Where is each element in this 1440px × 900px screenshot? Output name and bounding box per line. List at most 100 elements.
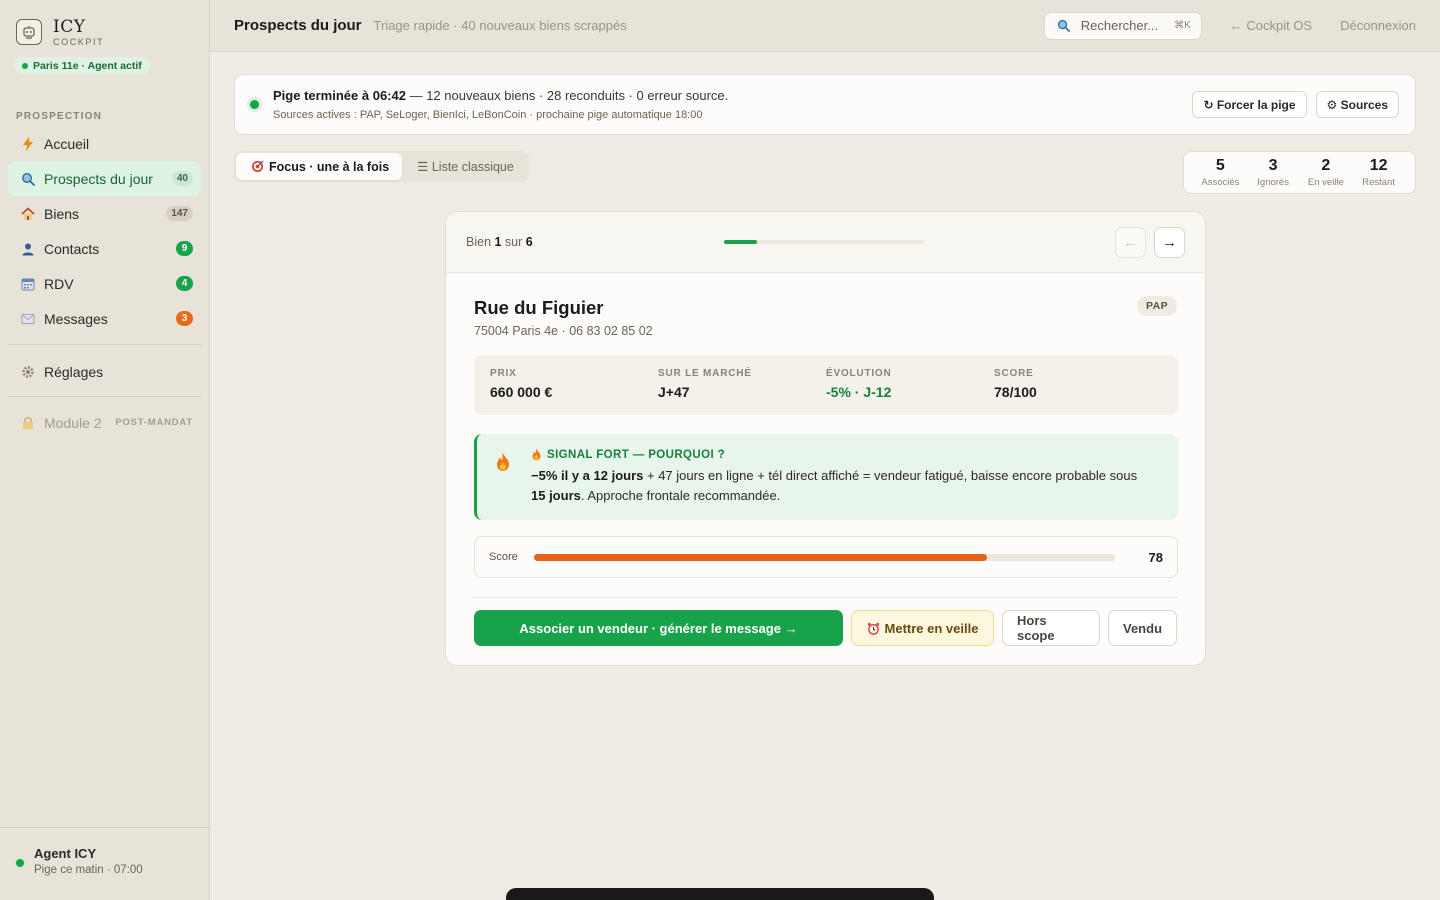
card-actions: Associer un vendeur · générer le message…: [474, 610, 1178, 646]
fire-icon: [495, 452, 517, 520]
progress-bar: [724, 240, 924, 244]
sidebar-nav: Accueil Prospects du jour 40 Biens 147 C…: [8, 126, 201, 336]
success-dot-icon: [250, 100, 259, 109]
signal-text-2: . Approche frontale recommandée.: [580, 488, 781, 503]
agent-status-badge: Paris 11e · Agent actif: [14, 57, 150, 74]
bottom-toolbar: [506, 888, 934, 900]
count-badge: 3: [176, 311, 193, 326]
sidebar-nav-secondary: Réglages: [8, 354, 201, 389]
tab-focus-label: Focus · une à la fois: [269, 159, 390, 174]
search-icon: [1057, 19, 1073, 32]
sidebar-item-biens[interactable]: Biens 147: [8, 196, 201, 231]
stat-value: 5: [1215, 157, 1225, 174]
snooze-button[interactable]: Mettre en veille: [851, 610, 994, 646]
card-header: Bien 1 sur 6 ← →: [446, 212, 1205, 273]
sidebar-item-label: Messages: [44, 310, 108, 327]
score-value: 78: [1148, 549, 1163, 565]
envelope-icon: [20, 311, 36, 327]
person-icon: [20, 241, 36, 257]
counter-prefix: Bien: [466, 235, 495, 249]
previous-button[interactable]: ←: [1115, 226, 1146, 258]
signal-text: −5% il y a 12 jours + 47 jours en ligne …: [531, 466, 1151, 506]
sidebar-divider: [8, 396, 201, 397]
signal-heading: SIGNAL FORT — POURQUOI ?: [531, 448, 1151, 461]
sidebar-item-reglages[interactable]: Réglages: [8, 354, 201, 389]
metric-label: SCORE: [994, 368, 1034, 379]
sidebar-item-label: Prospects du jour: [44, 170, 153, 187]
metric-prix: PRIX 660 000 €: [490, 368, 658, 415]
property-focus-card: Bien 1 sur 6 ← → Rue du Figuier 75004 Pa…: [445, 211, 1206, 666]
house-icon: [20, 206, 36, 222]
associate-seller-button[interactable]: Associer un vendeur · générer le message…: [474, 610, 843, 646]
back-to-cockpit-link[interactable]: ← Cockpit OS: [1230, 18, 1312, 33]
tab-focus[interactable]: Focus · une à la fois: [236, 153, 403, 180]
gear-icon: [20, 364, 36, 380]
count-badge: 4: [176, 276, 193, 291]
signal-explanation: SIGNAL FORT — POURQUOI ? −5% il y a 12 j…: [474, 434, 1178, 520]
stat-ignores: 3 Ignorés: [1247, 152, 1300, 193]
metric-label: SUR LE MARCHÉ: [658, 368, 752, 379]
metric-label: ÉVOLUTION: [826, 368, 892, 379]
brand[interactable]: ICY COCKPIT: [0, 0, 209, 50]
agent-status-text: Paris 11e · Agent actif: [33, 59, 142, 72]
metric-label: PRIX: [490, 368, 517, 379]
sidebar-item-prospects[interactable]: Prospects du jour 40: [8, 161, 201, 196]
sidebar-section-label: PROSPECTION: [16, 111, 102, 122]
sources-button[interactable]: ⚙ Sources: [1315, 91, 1399, 118]
pige-status-banner: Pige terminée à 06:42 — 12 nouveaux bien…: [234, 74, 1416, 135]
signal-text-1: + 47 jours en ligne + tél direct affiché…: [643, 468, 1138, 483]
score-meter: Score 78: [474, 536, 1178, 578]
pige-status-strong: Pige terminée à 06:42: [273, 88, 406, 103]
lock-icon: [20, 415, 36, 431]
metric-evolution: ÉVOLUTION -5% · J-12: [826, 368, 994, 415]
tab-list[interactable]: ☰ Liste classique: [402, 153, 527, 180]
next-button[interactable]: →: [1154, 226, 1185, 258]
source-badge: PAP: [1136, 296, 1177, 316]
triage-stats: 5 Associés 3 Ignorés 2 En veille 12 Restant: [1183, 151, 1416, 194]
agent-footer: Agent ICY Pige ce matin · 07:00: [0, 827, 210, 900]
count-badge: 40: [171, 171, 193, 186]
stat-value: 2: [1321, 157, 1331, 174]
stat-value: 12: [1369, 157, 1388, 174]
signal-bold-1: −5% il y a 12 jours: [531, 468, 644, 483]
search-input[interactable]: Rechercher... ⌘K: [1043, 11, 1202, 40]
sidebar-item-label: Biens: [44, 205, 80, 222]
progress-fill: [724, 240, 758, 244]
lightning-icon: [20, 136, 36, 152]
property-subtitle: 75004 Paris 4e · 06 83 02 85 02: [474, 324, 653, 338]
sidebar: ICY COCKPIT Paris 11e · Agent actif PROS…: [0, 0, 210, 900]
top-bar: Prospects du jour Triage rapide · 40 nou…: [210, 0, 1440, 52]
pige-status-line: Pige terminée à 06:42 — 12 nouveaux bien…: [273, 88, 1183, 103]
stat-label: Associés: [1201, 177, 1240, 188]
metric-value: -5% · J-12: [826, 384, 892, 400]
module-tag: POST-MANDAT: [115, 417, 193, 428]
force-pige-button[interactable]: ↻ Forcer la pige: [1192, 91, 1307, 118]
agent-name: Agent ICY: [34, 846, 97, 861]
stat-value: 3: [1268, 157, 1278, 174]
score-bar-fill: [534, 553, 988, 561]
pige-sources-line: Sources actives : PAP, SeLoger, BienIci,…: [273, 109, 703, 121]
sidebar-item-contacts[interactable]: Contacts 9: [8, 231, 201, 266]
brand-name: ICY: [53, 16, 86, 37]
sold-button[interactable]: Vendu: [1108, 610, 1177, 646]
stat-restant: 12 Restant: [1352, 152, 1405, 193]
score-bar: [534, 553, 1115, 561]
sidebar-item-label: Contacts: [44, 240, 100, 257]
card-divider: [474, 597, 1178, 598]
calendar-icon: [20, 276, 36, 292]
sidebar-item-messages[interactable]: Messages 3: [8, 301, 201, 336]
page-title: Prospects du jour: [234, 17, 362, 34]
sidebar-item-accueil[interactable]: Accueil: [8, 126, 201, 161]
metric-value: 660 000 €: [490, 384, 553, 400]
search-icon: [20, 171, 36, 187]
metric-marche: SUR LE MARCHÉ J+47: [658, 368, 826, 415]
sidebar-item-module-2: Module 2 POST-MANDAT: [8, 405, 201, 440]
sidebar-item-rdv[interactable]: RDV 4: [8, 266, 201, 301]
robot-logo-icon: [16, 19, 42, 45]
sidebar-item-label: Module 2: [44, 414, 102, 431]
out-of-scope-button[interactable]: Hors scope: [1002, 610, 1100, 646]
logout-link[interactable]: Déconnexion: [1340, 18, 1416, 33]
alarm-clock-icon: [867, 622, 880, 635]
search-placeholder: Rechercher...: [1080, 18, 1159, 33]
agent-subtitle: Pige ce matin · 07:00: [34, 864, 143, 876]
